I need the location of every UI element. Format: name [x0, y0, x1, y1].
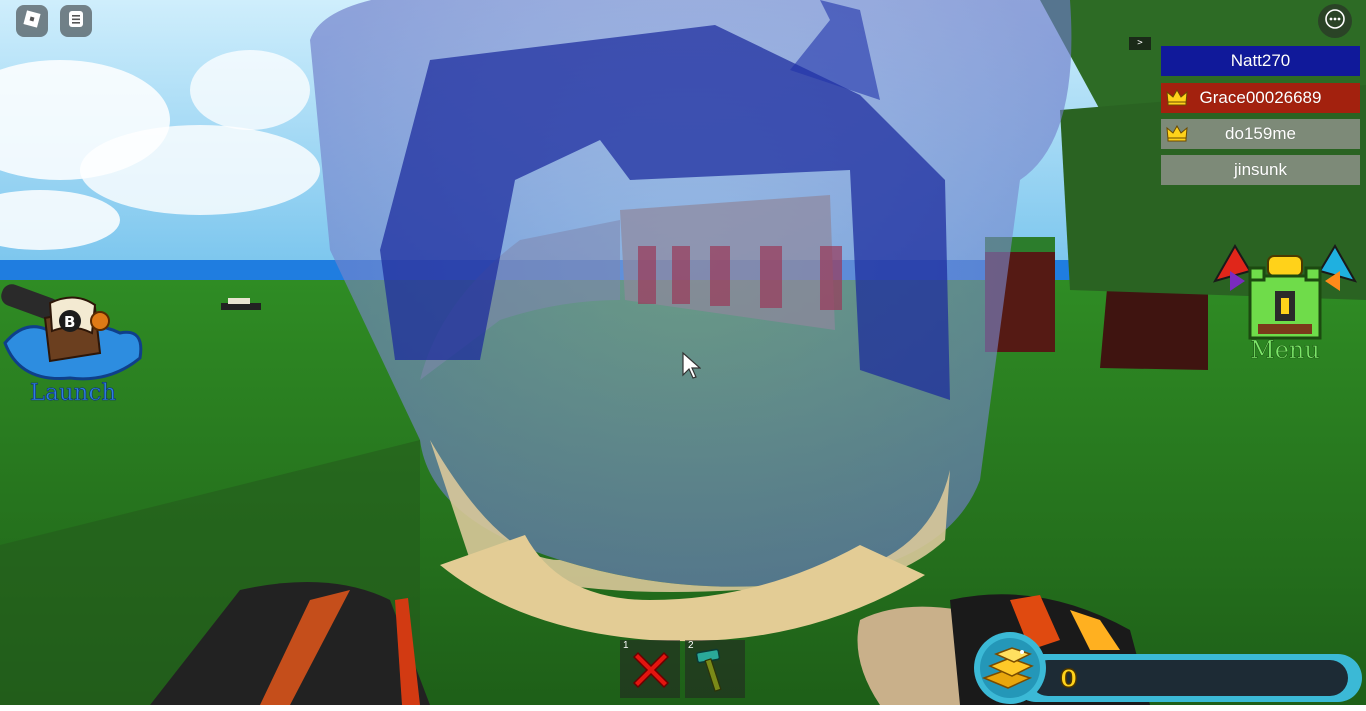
- launch-button[interactable]: B Launch: [0, 283, 146, 415]
- hammer-icon: [695, 647, 737, 698]
- svg-text:B: B: [64, 313, 75, 331]
- castle-menu-icon: [1210, 236, 1360, 346]
- red-x-icon: [630, 649, 672, 696]
- crown-icon: [1166, 124, 1188, 147]
- boat-cannon-icon: B: [0, 283, 146, 393]
- crown-icon: [1166, 88, 1188, 111]
- menu-button[interactable]: Menu: [1210, 236, 1360, 376]
- more-options-button[interactable]: [1318, 4, 1352, 38]
- currency-display: 0: [972, 630, 1366, 705]
- leaderboard-row-natt270[interactable]: Natt270: [1161, 46, 1360, 76]
- leaderboard-row-grace00026689[interactable]: Grace00026689: [1161, 83, 1360, 113]
- leaderboard-row-jinsunk[interactable]: jinsunk: [1161, 155, 1360, 185]
- player-name: jinsunk: [1234, 160, 1287, 179]
- currency-value: 0: [1059, 663, 1078, 694]
- player-name: Natt270: [1230, 51, 1291, 70]
- gold-bars-icon: [972, 630, 1048, 711]
- mouse-cursor-icon: [681, 351, 702, 384]
- player-name: Grace00026689: [1199, 88, 1322, 107]
- player-name: do159me: [1225, 124, 1296, 143]
- roblox-menu-button[interactable]: [16, 5, 48, 37]
- slot-number: 1: [623, 640, 629, 651]
- chat-button[interactable]: [60, 5, 92, 37]
- more-options-icon: [1324, 8, 1346, 35]
- launch-label: Launch: [29, 380, 117, 407]
- hotbar-slot-1[interactable]: 1: [620, 640, 680, 698]
- slot-number: 2: [688, 640, 694, 651]
- roblox-logo-icon: [22, 9, 42, 34]
- menu-label: Menu: [1250, 336, 1320, 365]
- chat-icon: [66, 9, 86, 34]
- leaderboard-toggle-button[interactable]: >: [1129, 37, 1151, 50]
- leaderboard-row-do159me[interactable]: do159me: [1161, 119, 1360, 149]
- hotbar-slot-2[interactable]: 2: [685, 640, 745, 698]
